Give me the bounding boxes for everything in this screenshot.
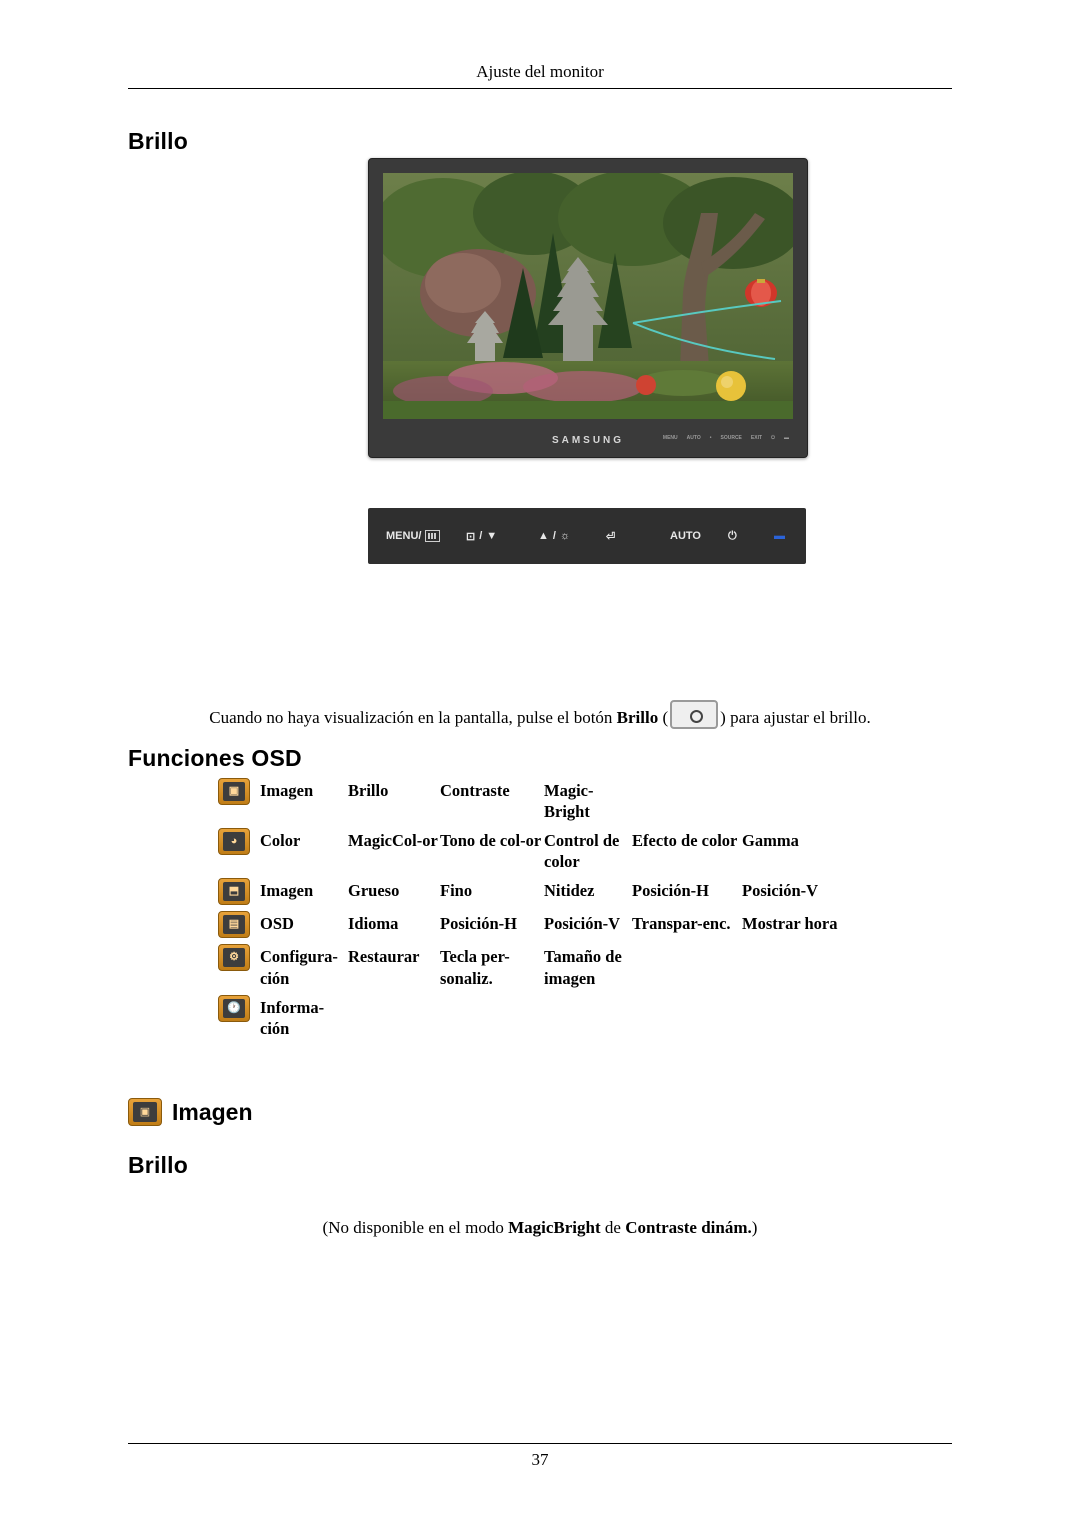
document-page: Ajuste del monitor Brillo SAMSUNG MENU A… (0, 0, 1080, 1527)
monitor-brand: SAMSUNG MENU AUTO • SOURCE EXIT ⏻ ▬ (377, 429, 799, 451)
control-menu: MENU/ (386, 530, 441, 542)
monitor-control-strip: MENU/ ⊡ / ▼ ▲ / ☼ ⏎ AUTO ⏻ ▬ (368, 508, 806, 564)
up-arrow-icon: ▲ (538, 530, 549, 542)
osd-row-osd: ▤ OSD Idioma Posición-H Posición-V Trans… (218, 911, 918, 939)
osd-cell: Informa-ción (260, 997, 325, 1038)
osd-cell: Tamaño de imagen (544, 947, 622, 988)
configuracion-icon: ⚙ (218, 944, 250, 972)
control-up: ▲ / ☼ (538, 530, 571, 542)
availability-note: (No disponible en el modo MagicBright de… (128, 1218, 952, 1238)
note-part-1: (No disponible en el modo (322, 1218, 509, 1237)
osd-cell: Tono de col-or (440, 831, 542, 851)
page-title-brillo: Brillo (128, 128, 188, 154)
menu-bars-icon (425, 530, 441, 542)
osd-row-imagen: ▣ Imagen Brillo Contraste Magic-Bright (218, 778, 918, 822)
panel-button-source: SOURCE (720, 435, 742, 441)
osd-cell: Fino (440, 881, 473, 901)
paragraph-bold-brillo: Brillo (616, 708, 659, 727)
page-number: 37 (531, 1450, 549, 1469)
paragraph-text-after: para ajustar el brillo. (725, 708, 871, 727)
osd-cell: Color (260, 831, 301, 851)
osd-cell: Gamma (742, 831, 799, 851)
osd-cell: Configura-ción (260, 947, 338, 988)
imagen-icon: ▣ (218, 778, 250, 805)
panel-button-dot: • (709, 435, 712, 441)
note-bold-contraste: Contraste dinám. (625, 1218, 752, 1237)
osd-cell: Idioma (348, 914, 399, 934)
brightness-box-icon: ⊡ (466, 530, 476, 543)
enter-icon: ⏎ (606, 530, 616, 543)
pantalla-icon: ⬒ (218, 878, 250, 906)
brightness-button-icon (670, 700, 719, 729)
down-arrow-icon: ▼ (486, 530, 498, 542)
power-led-indicator: ▬ (774, 530, 785, 542)
running-head: Ajuste del monitor (476, 62, 604, 81)
panel-button-power: ⏻ (771, 435, 775, 441)
osd-cell: MagicCol-or (348, 831, 438, 851)
osd-cell: Efecto de color (632, 831, 738, 851)
garden-photo (383, 173, 793, 419)
osd-cell: Nitidez (544, 881, 595, 901)
osd-row-informacion: 🕐 Informa-ción (218, 994, 918, 1039)
section-imagen-heading: ▣ Imagen (128, 1098, 253, 1126)
osd-menu-icon: ▤ (218, 911, 250, 939)
panel-button-menu: MENU (662, 435, 678, 441)
osd-cell: Posición-V (544, 914, 621, 934)
osd-cell: Mostrar hora (742, 914, 838, 934)
section-imagen-title: Imagen (172, 1098, 253, 1125)
power-icon: ⏻ (728, 529, 737, 542)
section-funciones-osd: Funciones OSD (128, 745, 302, 771)
osd-cell: Posición-H (440, 914, 517, 934)
osd-cell: Contraste (440, 781, 510, 800)
monitor-screen-photo (383, 173, 793, 419)
panel-button-auto: AUTO (686, 435, 701, 441)
osd-row-pantalla: ⬒ Imagen Grueso Fino Nitidez Posición-H … (218, 878, 918, 906)
osd-cell: Control de color (544, 831, 620, 872)
panel-button-exit: EXIT (750, 435, 763, 441)
subsection-brillo: Brillo (128, 1152, 188, 1178)
osd-cell: Imagen (260, 881, 314, 901)
osd-cell: Posición-H (632, 881, 709, 901)
header-rule (128, 88, 952, 89)
paragraph-text-before: Cuando no haya visualización en la panta… (209, 708, 617, 727)
brand-label: SAMSUNG (551, 434, 625, 446)
osd-functions-table: ▣ Imagen Brillo Contraste Magic-Bright ◕… (218, 778, 918, 1047)
osd-cell: Transpar-enc. (632, 914, 731, 934)
osd-cell: Posición-V (742, 881, 819, 901)
note-part-3: ) (751, 1218, 758, 1237)
osd-cell: Magic-Bright (544, 781, 594, 822)
panel-led: ▬ (784, 435, 789, 441)
osd-row-color: ◕ Color MagicCol-or Tono de col-or Contr… (218, 828, 918, 872)
control-auto: AUTO (670, 530, 701, 542)
brillo-instruction-paragraph: Cuando no haya visualización en la panta… (128, 700, 952, 730)
footer-rule (128, 1443, 952, 1444)
monitor-panel-buttons: MENU AUTO • SOURCE EXIT ⏻ ▬ (663, 435, 789, 441)
osd-cell: Brillo (348, 781, 389, 800)
informacion-icon: 🕐 (218, 994, 250, 1022)
control-enter: ⏎ (606, 530, 619, 543)
monitor-illustration: SAMSUNG MENU AUTO • SOURCE EXIT ⏻ ▬ (368, 158, 808, 458)
osd-cell: Tecla per-sonaliz. (440, 947, 510, 988)
control-brightness: ⊡ / ▼ (466, 530, 498, 543)
sun-icon: ☼ (559, 530, 571, 542)
paragraph-open-paren: ( (662, 708, 669, 727)
color-icon: ◕ (218, 828, 250, 856)
note-part-2: de (600, 1218, 626, 1237)
osd-cell: Grueso (348, 881, 400, 901)
osd-cell: Restaurar (348, 947, 420, 967)
note-bold-magicbright: MagicBright (508, 1218, 601, 1237)
osd-row-configuracion: ⚙ Configura-ción Restaurar Tecla per-son… (218, 944, 918, 988)
osd-cell: Imagen (260, 781, 314, 800)
imagen-icon: ▣ (128, 1098, 162, 1126)
control-power: ⏻ (728, 530, 741, 543)
osd-cell: OSD (260, 914, 294, 934)
